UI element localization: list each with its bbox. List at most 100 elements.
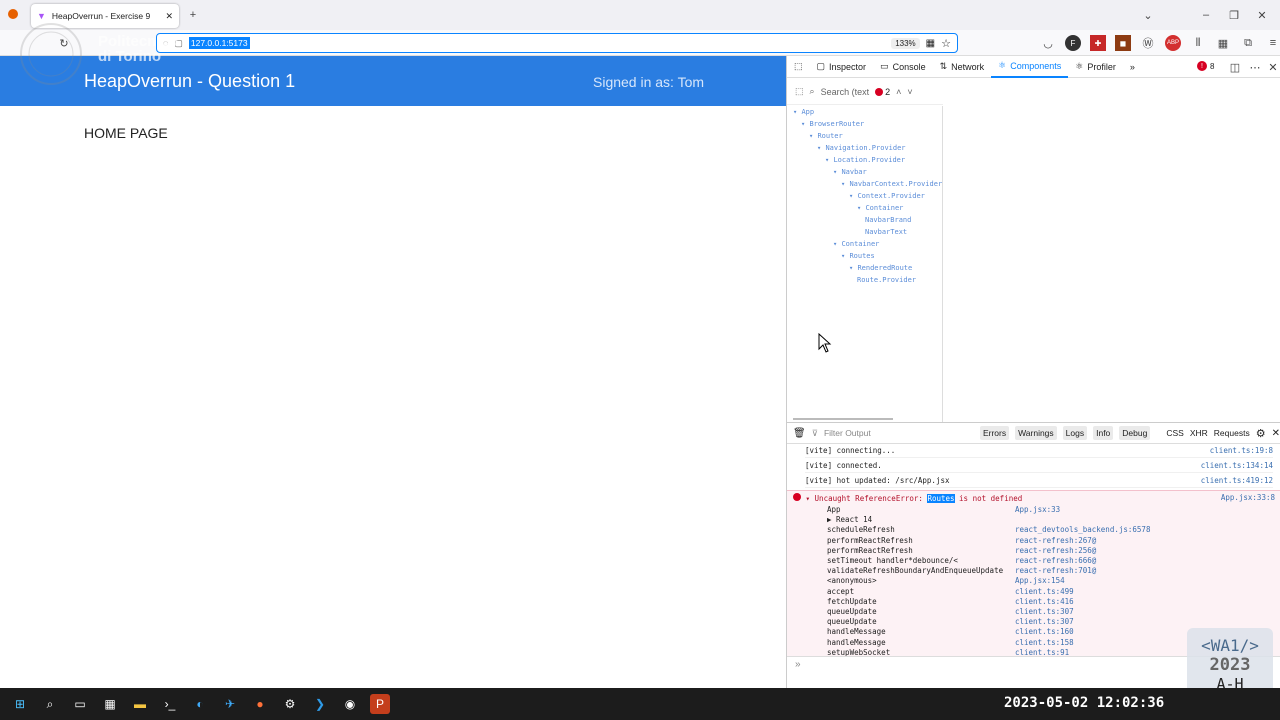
log-source-link[interactable]: client.ts:134:14 [1201, 461, 1273, 470]
settings-icon[interactable]: ⚙ [280, 694, 300, 714]
stack-frame[interactable]: App App.jsx:33 [827, 505, 1267, 515]
qr-code-icon[interactable]: ▦ [926, 38, 935, 49]
tab-inspector[interactable]: ▢ Inspector [810, 56, 874, 78]
close-tab-icon[interactable]: ✕ [165, 11, 173, 22]
vscode-icon[interactable]: ❯ [310, 694, 330, 714]
dock-side-icon[interactable]: ◫ [1227, 59, 1243, 75]
extension-f-icon[interactable]: F [1065, 35, 1081, 51]
edge-icon[interactable]: ◐ [190, 694, 210, 714]
element-picker-icon[interactable]: ⬚ [787, 56, 810, 78]
tree-node[interactable]: ▾ Routes [841, 252, 875, 260]
trash-icon[interactable]: 🗑 [793, 428, 806, 439]
navbar-brand[interactable]: HeapOverrun - Question 1 [84, 71, 295, 92]
tree-node[interactable]: ▾ Container [833, 240, 879, 248]
library-icon[interactable]: ⫴ [1190, 35, 1206, 51]
stack-frame[interactable]: scheduleRefresh react_devtools_backend.js… [827, 525, 1267, 535]
close-devtools-icon[interactable]: ✕ [1265, 59, 1280, 75]
extensions-puzzle-icon[interactable]: ⧉ [1240, 35, 1256, 51]
expand-triangle-icon[interactable]: ▾ [806, 494, 811, 503]
filter-logs[interactable]: Logs [1062, 426, 1088, 440]
new-tab-button[interactable]: + [185, 7, 201, 23]
firefox-menu-icon[interactable] [8, 9, 18, 19]
terminal-icon[interactable]: ›_ [160, 694, 180, 714]
tree-node[interactable]: ▾ Router [809, 132, 843, 140]
filter-debug[interactable]: Debug [1119, 426, 1151, 440]
stack-frame[interactable]: performReactRefresh react-refresh:267@ [827, 536, 1267, 546]
chevron-up-icon[interactable]: ˄ [896, 87, 901, 97]
component-search-input[interactable]: Search (text [821, 87, 870, 97]
tab-console[interactable]: ▭ Console [873, 56, 933, 78]
tree-node[interactable]: Route.Provider [857, 276, 916, 284]
tree-node[interactable]: ▾ Navbar [833, 168, 867, 176]
extension-brown-icon[interactable]: ◼ [1115, 35, 1131, 51]
filter-css[interactable]: CSS [1166, 428, 1183, 438]
stack-frame[interactable]: queueUpdate client.ts:307 [827, 617, 1267, 627]
filter-warnings[interactable]: Warnings [1015, 426, 1057, 440]
log-source-link[interactable]: client.ts:419:12 [1201, 476, 1273, 485]
tab-network[interactable]: ⇅ Network [933, 56, 992, 78]
select-element-icon[interactable]: ⬚ [795, 86, 804, 97]
adblock-icon[interactable]: ABP [1165, 35, 1181, 51]
stack-frame[interactable]: validateRefreshBoundaryAndEnqueueUpdate r… [827, 566, 1267, 576]
filter-xhr[interactable]: XHR [1190, 428, 1208, 438]
tree-node[interactable]: ▾ Navigation.Provider [817, 144, 906, 152]
store-icon[interactable]: ▦ [100, 694, 120, 714]
tree-node[interactable]: ▾ RenderedRoute [849, 264, 912, 272]
stack-frame[interactable]: <anonymous> App.jsx:154 [827, 576, 1267, 586]
file-explorer-icon[interactable]: ▬ [130, 694, 150, 714]
more-tabs-icon[interactable]: » [1123, 56, 1142, 78]
filter-requests[interactable]: Requests [1214, 428, 1250, 438]
devtools-menu-icon[interactable]: ⋯ [1247, 59, 1263, 75]
maximize-window-icon[interactable]: ❐ [1226, 7, 1242, 23]
wordpress-icon[interactable]: Ⓦ [1140, 35, 1156, 51]
pocket-icon[interactable]: ◡ [1040, 35, 1056, 51]
tab-components[interactable]: ⚛ Components [991, 56, 1069, 78]
tree-node[interactable]: NavbarText [865, 228, 907, 236]
stack-frame[interactable]: performReactRefresh react-refresh:256@ [827, 546, 1267, 556]
stack-location-link[interactable]: client.ts:158 [1015, 638, 1074, 648]
zoom-level[interactable]: 133% [891, 37, 920, 49]
python-icon[interactable]: ✈ [220, 694, 240, 714]
stack-location-link[interactable]: client.ts:499 [1015, 587, 1074, 597]
tree-node[interactable]: NavbarBrand [865, 216, 911, 224]
url-text[interactable]: 127.0.0.1:5173 [188, 37, 250, 49]
error-source-link[interactable]: App.jsx:33:8 [1221, 493, 1275, 503]
bookmark-star-icon[interactable]: ☆ [941, 37, 951, 50]
tree-node[interactable]: ▾ Location.Provider [825, 156, 905, 164]
close-window-icon[interactable]: ✕ [1254, 7, 1270, 23]
url-bar[interactable]: ◌ ▢ 127.0.0.1:5173 133% ▦ ☆ [156, 33, 958, 53]
stack-location-link[interactable]: react-refresh:666@ [1015, 556, 1096, 566]
stack-location-link[interactable]: App.jsx:33 [1015, 505, 1060, 515]
stack-location-link[interactable]: App.jsx:154 [1015, 576, 1065, 586]
stack-location-link[interactable]: client.ts:307 [1015, 617, 1074, 627]
tree-node[interactable]: ▾ NavbarContext.Provider [841, 180, 942, 188]
component-error-count[interactable]: 2 [875, 87, 890, 97]
tree-node[interactable]: ▾ App [793, 108, 814, 116]
stack-frame[interactable]: setTimeout handler*debounce/< react-refre… [827, 556, 1267, 566]
search-icon[interactable]: ⌕ [40, 694, 60, 714]
firefox-icon[interactable]: ● [250, 694, 270, 714]
task-view-icon[interactable]: ▭ [70, 694, 90, 714]
console-filter-input[interactable]: Filter Output [824, 428, 974, 438]
close-console-icon[interactable]: ✕ [1272, 428, 1280, 439]
obs-icon[interactable]: ◉ [340, 694, 360, 714]
error-message[interactable]: ▾ Uncaught ReferenceError: Routes is not… [793, 493, 1275, 503]
stack-location-link[interactable]: react-refresh:256@ [1015, 546, 1096, 556]
stack-location-link[interactable]: client.ts:416 [1015, 597, 1074, 607]
chevron-down-icon[interactable]: ˅ [907, 87, 912, 97]
stack-location-link[interactable]: client.ts:160 [1015, 627, 1074, 637]
error-count-badge[interactable]: ! 8 [1197, 61, 1214, 71]
grid-extension-icon[interactable]: ▦ [1215, 35, 1231, 51]
stack-frame[interactable]: accept client.ts:499 [827, 587, 1267, 597]
windows-start-icon[interactable]: ⊞ [10, 694, 30, 714]
list-tabs-icon[interactable]: ⌄ [1140, 7, 1156, 23]
stack-frame[interactable]: ▶ React 14 [827, 515, 1267, 525]
app-menu-icon[interactable]: ≡ [1265, 35, 1280, 51]
filter-errors[interactable]: Errors [979, 426, 1010, 440]
stack-frame[interactable]: queueUpdate client.ts:307 [827, 607, 1267, 617]
stack-location-link[interactable]: react_devtools_backend.js:6578 [1015, 525, 1150, 535]
powerpoint-icon[interactable]: P [370, 694, 390, 714]
stack-location-link[interactable]: client.ts:307 [1015, 607, 1074, 617]
tree-node[interactable]: ▾ Context.Provider [849, 192, 925, 200]
stack-location-link[interactable]: react-refresh:701@ [1015, 566, 1096, 576]
